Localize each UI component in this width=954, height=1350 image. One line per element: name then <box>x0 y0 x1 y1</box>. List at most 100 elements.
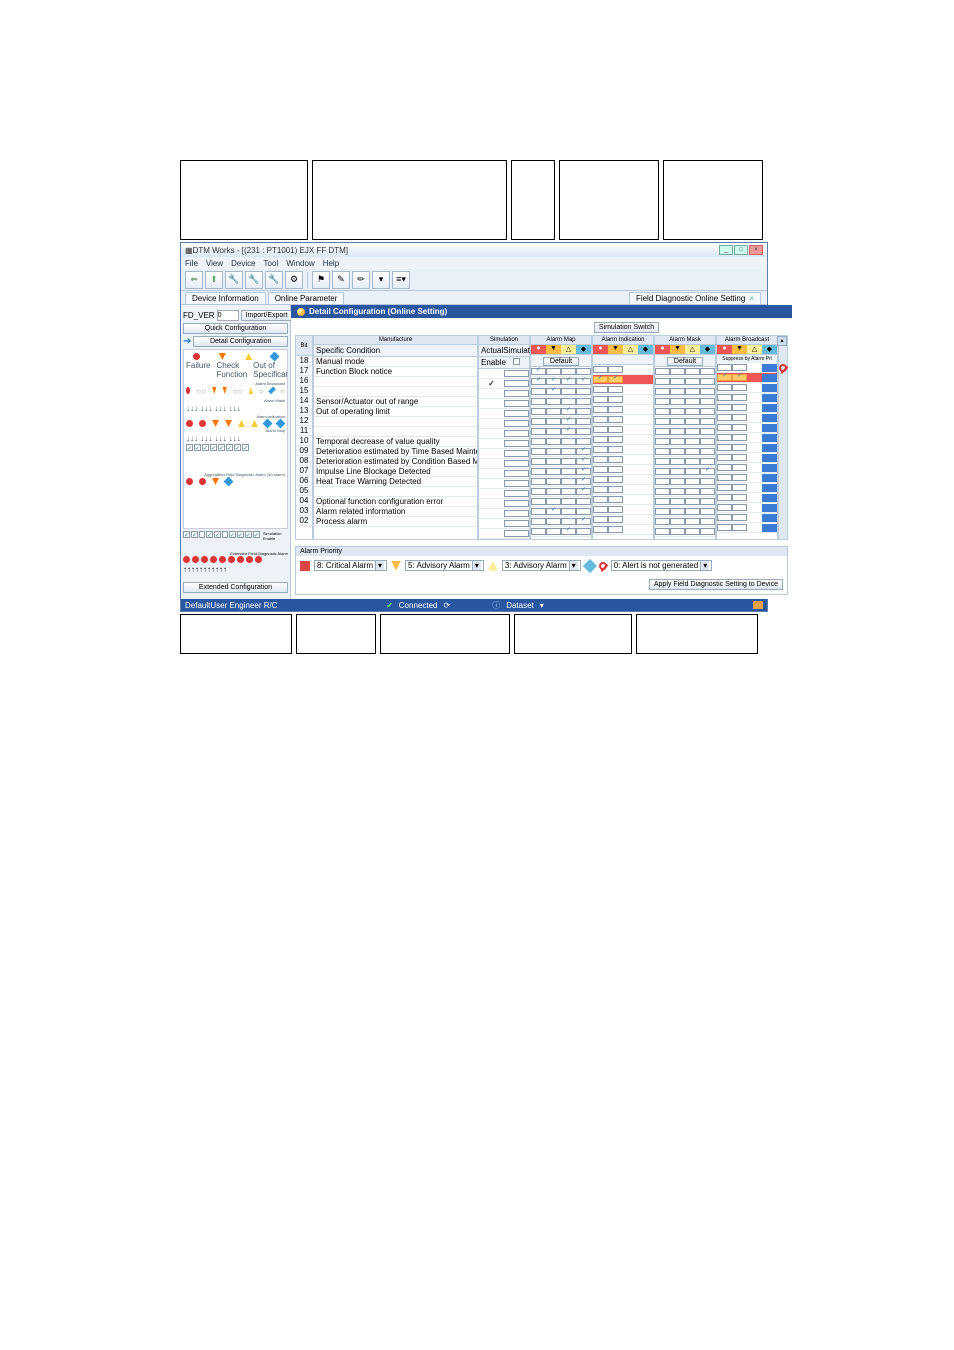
condition-cell <box>314 417 477 427</box>
tool-icon-4[interactable]: ⚙ <box>285 271 303 289</box>
simulate-checkbox[interactable] <box>504 390 529 397</box>
default-button[interactable]: Default <box>543 357 579 366</box>
simulate-checkbox[interactable] <box>504 470 529 477</box>
tab-field-diag[interactable]: Field Diagnostic Online Setting× <box>629 292 761 304</box>
quick-config-button[interactable]: Quick Configuration <box>183 323 288 334</box>
fd-ver-input[interactable] <box>217 310 239 321</box>
mask-checkbox[interactable] <box>655 418 670 425</box>
condition-cell: Function Block notice <box>314 367 477 377</box>
map-checkbox[interactable] <box>531 448 546 455</box>
mask-checkbox[interactable] <box>655 468 670 475</box>
flag-icon[interactable]: ⚑ <box>312 271 330 289</box>
simulate-checkbox[interactable] <box>504 530 529 537</box>
simulate-all-checkbox[interactable] <box>513 358 520 365</box>
close-tab-icon[interactable]: × <box>749 294 754 303</box>
mask-checkbox[interactable] <box>655 528 670 535</box>
default-button[interactable]: Default <box>667 357 703 366</box>
mask-checkbox[interactable] <box>655 458 670 465</box>
minimize-button[interactable]: _ <box>719 245 733 255</box>
wand-icon[interactable]: ✎ <box>332 271 350 289</box>
map-checkbox[interactable] <box>531 408 546 415</box>
mask-checkbox[interactable] <box>655 448 670 455</box>
menu-file[interactable]: File <box>185 259 198 268</box>
back-button[interactable]: ⬅ <box>185 271 203 289</box>
tool-icon-3[interactable]: 🔧 <box>265 271 283 289</box>
map-checkbox[interactable] <box>531 398 546 405</box>
pencil-icon[interactable]: ✏ <box>352 271 370 289</box>
mask-checkbox[interactable] <box>655 438 670 445</box>
close-button[interactable]: × <box>749 245 763 255</box>
up-button[interactable]: ⬆ <box>205 271 223 289</box>
mask-checkbox[interactable] <box>655 408 670 415</box>
mask-checkbox[interactable] <box>655 378 670 385</box>
tool-icon-1[interactable]: 🔧 <box>225 271 243 289</box>
dropdown-icon[interactable]: ▾ <box>372 271 390 289</box>
simulate-checkbox[interactable] <box>504 450 529 457</box>
maximize-button[interactable]: □ <box>734 245 748 255</box>
map-checkbox[interactable] <box>531 518 546 525</box>
refresh-icon[interactable]: ⟳ <box>443 601 450 610</box>
simulate-checkbox[interactable] <box>504 520 529 527</box>
map-checkbox[interactable] <box>531 368 546 375</box>
map-checkbox[interactable] <box>531 478 546 485</box>
simulate-checkbox[interactable] <box>504 510 529 517</box>
map-checkbox[interactable] <box>531 488 546 495</box>
map-checkbox[interactable] <box>531 438 546 445</box>
map-checkbox[interactable] <box>531 458 546 465</box>
mask-checkbox[interactable] <box>655 518 670 525</box>
map-checkbox[interactable] <box>531 508 546 515</box>
simulate-checkbox[interactable] <box>504 420 529 427</box>
tab-online-param[interactable]: Online Parameter <box>268 292 345 304</box>
col-alarm-map: Alarm Map <box>531 336 591 345</box>
mask-checkbox[interactable] <box>655 478 670 485</box>
priority-select-critical[interactable]: 8: Critical Alarm▾ <box>314 560 387 571</box>
map-checkbox[interactable] <box>531 378 546 385</box>
callout-box <box>636 614 758 654</box>
menu-device[interactable]: Device <box>231 259 255 268</box>
priority-select-none[interactable]: 0: Alert is not generated▾ <box>611 560 713 571</box>
mask-checkbox[interactable] <box>655 368 670 375</box>
import-export-button[interactable]: Import/Export <box>241 310 293 321</box>
extended-config-button[interactable]: Extended Configuration <box>183 582 288 593</box>
map-checkbox[interactable] <box>531 528 546 535</box>
tool-icon-2[interactable]: 🔧 <box>245 271 263 289</box>
menu-window[interactable]: Window <box>286 259 314 268</box>
simulate-checkbox[interactable] <box>504 490 529 497</box>
map-checkbox[interactable] <box>531 468 546 475</box>
bit-cell: 13 <box>296 406 312 416</box>
simulate-checkbox[interactable] <box>504 460 529 467</box>
dataset-icon: ⓘ <box>492 600 500 611</box>
apply-button[interactable]: Apply Field Diagnostic Setting to Device <box>649 579 783 590</box>
map-checkbox[interactable] <box>531 388 546 395</box>
simulate-checkbox[interactable] <box>504 380 529 387</box>
mask-checkbox[interactable] <box>655 498 670 505</box>
map-checkbox[interactable] <box>531 428 546 435</box>
mask-checkbox[interactable] <box>655 428 670 435</box>
simulate-checkbox[interactable] <box>504 440 529 447</box>
simulation-switch-button[interactable]: Simulation Switch <box>594 322 659 333</box>
mask-checkbox[interactable] <box>655 508 670 515</box>
dataset-dropdown[interactable]: ▾ <box>540 601 544 610</box>
condition-cell <box>314 387 477 397</box>
simulate-checkbox[interactable] <box>504 410 529 417</box>
simulate-checkbox[interactable] <box>504 430 529 437</box>
menu-help[interactable]: Help <box>323 259 339 268</box>
menu-view[interactable]: View <box>206 259 223 268</box>
priority-select-advisory2[interactable]: 3: Advisory Alarm▾ <box>502 560 581 571</box>
simulate-checkbox[interactable] <box>504 400 529 407</box>
simulate-checkbox[interactable] <box>504 500 529 507</box>
list-icon[interactable]: ≡▾ <box>392 271 410 289</box>
mask-checkbox[interactable] <box>655 488 670 495</box>
bit-cell: 10 <box>296 436 312 446</box>
simulate-checkbox[interactable] <box>504 480 529 487</box>
tab-device-info[interactable]: Device Information <box>185 292 266 304</box>
menu-tool[interactable]: Tool <box>264 259 279 268</box>
simulate-checkbox[interactable] <box>504 370 529 377</box>
mask-checkbox[interactable] <box>655 398 670 405</box>
priority-select-advisory1[interactable]: 5: Advisory Alarm▾ <box>405 560 484 571</box>
map-checkbox[interactable] <box>531 418 546 425</box>
scroll-bar[interactable]: ▴ <box>778 335 788 540</box>
detail-config-button[interactable]: Detail Configuration <box>193 336 288 347</box>
mask-checkbox[interactable] <box>655 388 670 395</box>
map-checkbox[interactable] <box>531 498 546 505</box>
